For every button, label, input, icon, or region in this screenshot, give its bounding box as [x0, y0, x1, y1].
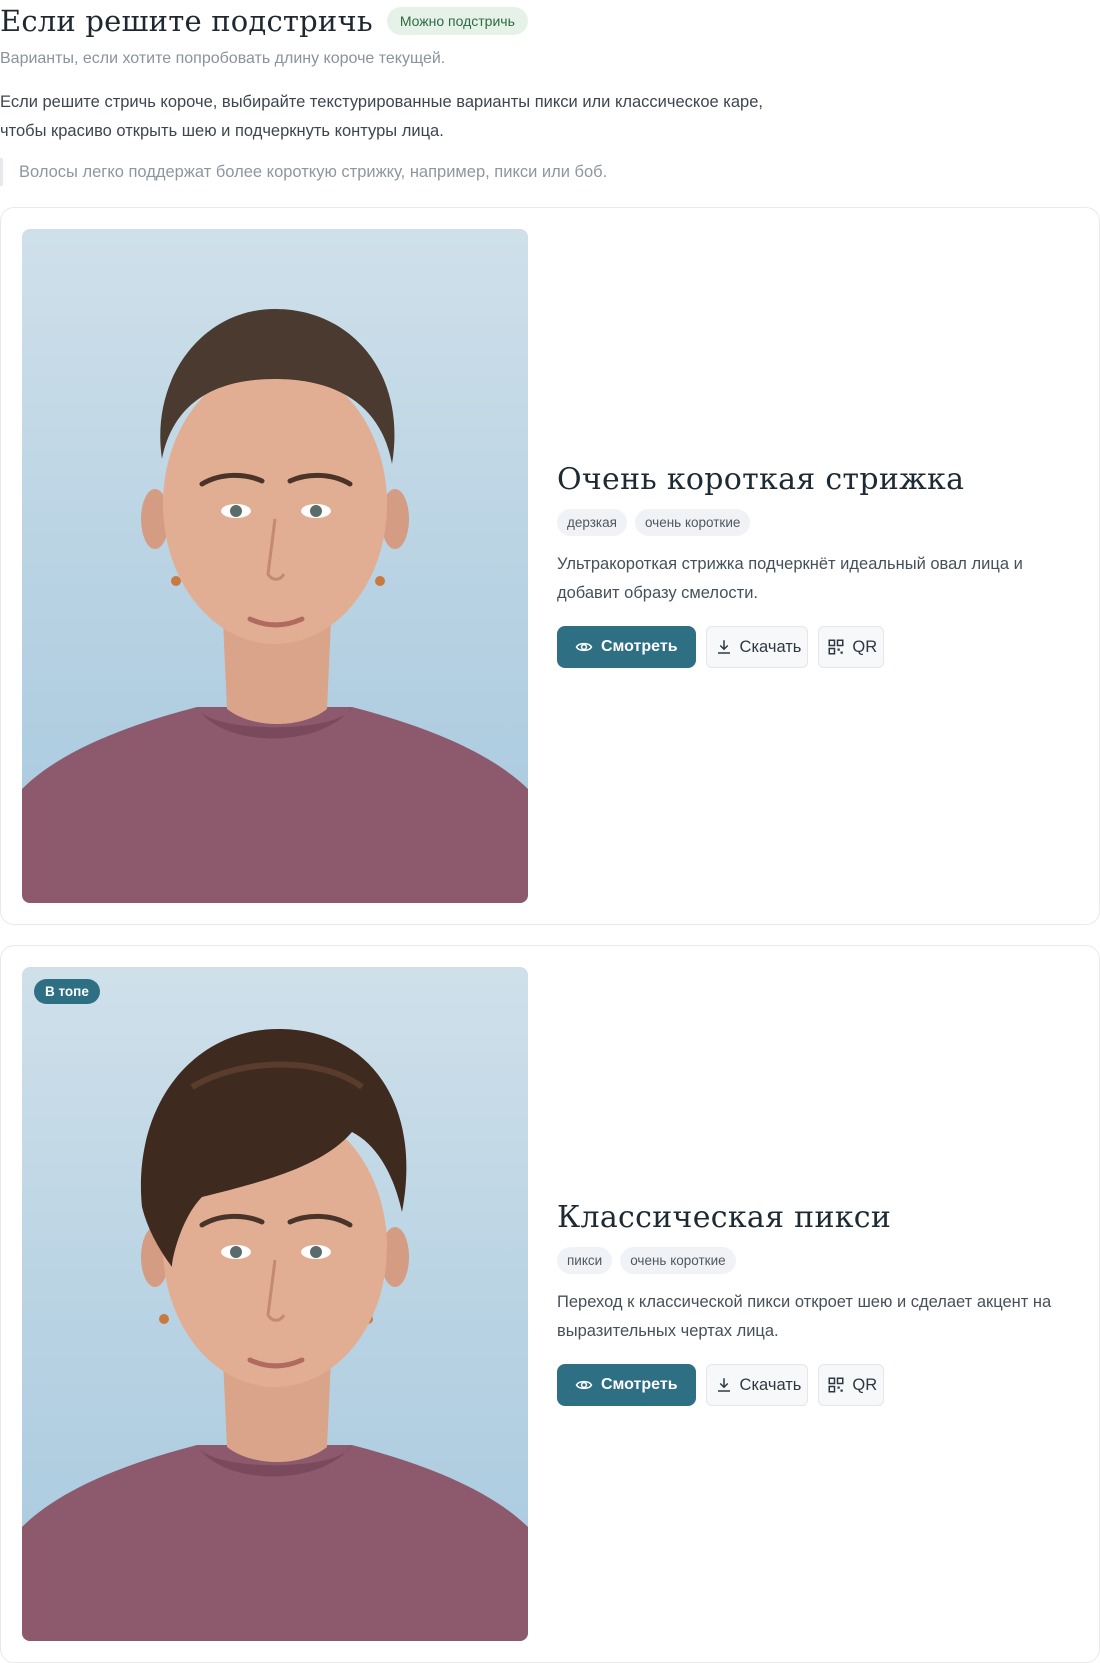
haircut-photo[interactable]: В топе [22, 967, 528, 1641]
intro-line: Если решите стричь короче, выбирайте тек… [0, 93, 763, 111]
card-title: Очень короткая стрижка [557, 462, 965, 497]
view-button-label: Смотреть [601, 1376, 678, 1393]
tag: пикси [557, 1247, 613, 1274]
section-subtitle: Варианты, если хотите попробовать длину … [0, 50, 446, 67]
view-button-label: Смотреть [601, 638, 678, 655]
qr-button[interactable]: QR [818, 1364, 885, 1406]
eye-icon [575, 1376, 593, 1394]
qr-button-label: QR [852, 637, 878, 656]
tip-quote: Волосы легко поддержат более короткую ст… [0, 158, 607, 186]
tag-list: пикси очень короткие [557, 1247, 1077, 1274]
download-icon [715, 1376, 733, 1394]
qr-code-icon [827, 1376, 845, 1394]
top-badge: В топе [34, 979, 100, 1004]
card-title: Классическая пикси [557, 1200, 892, 1235]
card-description: Переход к классической пикси откроет шею… [557, 1293, 1052, 1340]
card-actions: Смотреть Скачать QR [557, 1364, 1077, 1406]
section-title: Если решите подстричь [0, 4, 373, 38]
intro-line: чтобы красиво открыть шею и подчеркнуть … [0, 122, 444, 140]
title-row: Если решите подстричь Можно подстричь [0, 4, 528, 38]
download-button[interactable]: Скачать [705, 1364, 809, 1406]
haircut-card: В топе Классическая пикси пикси очень ко… [0, 945, 1100, 1663]
haircut-card: Очень короткая стрижка дерзкая очень кор… [0, 207, 1100, 925]
tag: очень короткие [634, 509, 751, 536]
card-description: Ультракороткая стрижка подчеркнёт идеаль… [557, 555, 1023, 602]
intro-text: Если решите стричь короче, выбирайте тек… [0, 88, 820, 146]
download-button[interactable]: Скачать [705, 626, 809, 668]
card-info: Очень короткая стрижка дерзкая очень кор… [557, 462, 1077, 668]
tag: очень короткие [620, 1247, 736, 1274]
view-button[interactable]: Смотреть [557, 626, 696, 668]
card-info: Классическая пикси пикси очень короткие … [557, 1200, 1077, 1406]
tag-list: дерзкая очень короткие [557, 509, 1077, 536]
download-button-label: Скачать [739, 1375, 802, 1394]
qr-button-label: QR [852, 1375, 878, 1394]
card-actions: Смотреть Скачать QR [557, 626, 1077, 668]
tag: дерзкая [557, 509, 627, 536]
view-button[interactable]: Смотреть [557, 1364, 696, 1406]
download-icon [715, 638, 733, 656]
haircut-photo[interactable] [22, 229, 528, 903]
qr-code-icon [827, 638, 845, 656]
eye-icon [575, 638, 593, 656]
qr-button[interactable]: QR [818, 626, 885, 668]
status-badge: Можно подстричь [386, 7, 528, 35]
download-button-label: Скачать [739, 637, 802, 656]
